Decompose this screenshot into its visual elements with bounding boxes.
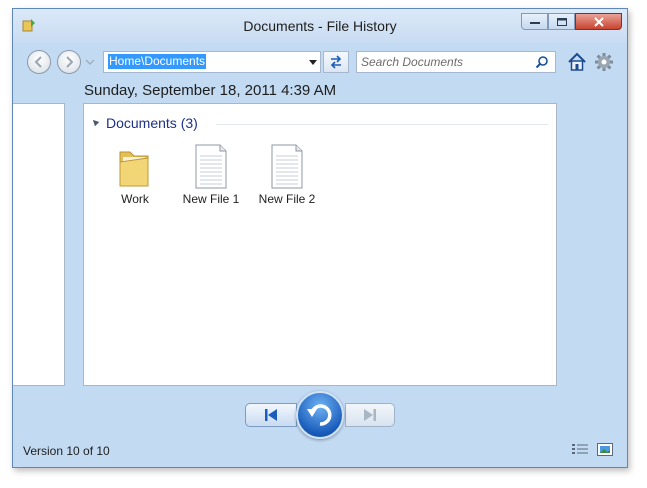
next-icon [364,409,376,421]
back-button[interactable] [27,50,51,74]
address-bar[interactable]: Home\Documents [103,51,321,73]
minimize-button[interactable] [521,13,548,30]
home-icon[interactable] [566,51,588,73]
folder-icon [119,151,149,187]
file-icon [195,144,227,189]
title-bar[interactable]: Documents - File History [13,9,627,43]
file-icon [271,144,303,189]
details-view-icon[interactable] [572,443,588,457]
search-input[interactable] [361,54,531,70]
list-item[interactable]: Work [102,142,168,206]
toolbar: Home\Documents [13,43,627,83]
forward-arrow-icon [66,56,74,68]
snapshot-timestamp: Sunday, September 18, 2011 4:39 AM [84,82,337,99]
close-icon [593,16,604,27]
group-title[interactable]: Documents (3) [106,115,198,131]
refresh-button[interactable] [323,51,349,73]
minimize-icon [529,21,540,24]
forward-button[interactable] [57,50,81,74]
maximize-icon [556,17,567,26]
file-list-pane: Documents (3) Work New File 1 New File 2 [83,103,557,386]
restore-icon [307,404,332,426]
status-bar: Version 10 of 10 [13,441,627,467]
gear-icon[interactable] [593,51,615,73]
group-header[interactable]: Documents (3) [90,115,548,133]
previous-snapshot-pane[interactable] [13,103,65,386]
group-divider [216,124,548,125]
history-dropdown-icon[interactable] [85,57,95,67]
refresh-icon [330,55,342,69]
search-icon[interactable] [535,55,549,69]
close-button[interactable] [575,13,622,30]
restore-button[interactable] [296,391,344,439]
list-item[interactable]: New File 1 [178,142,244,206]
item-label: New File 1 [182,192,240,206]
search-box[interactable] [356,51,556,73]
collapse-arrow-icon[interactable] [90,117,100,127]
large-icons-view-icon[interactable] [597,443,613,457]
next-version-button[interactable] [345,403,395,427]
previous-version-button[interactable] [245,403,297,427]
back-arrow-icon [34,56,42,68]
item-label: Work [121,192,149,206]
file-history-window: Documents - File History Home\Documents [12,8,628,468]
previous-icon [265,409,277,421]
address-dropdown-icon[interactable] [309,60,317,65]
address-text[interactable]: Home\Documents [108,54,207,69]
version-indicator: Version 10 of 10 [23,444,110,458]
item-label: New File 2 [258,192,316,206]
list-item[interactable]: New File 2 [254,142,320,206]
maximize-button[interactable] [548,13,575,30]
playback-controls [13,391,627,441]
